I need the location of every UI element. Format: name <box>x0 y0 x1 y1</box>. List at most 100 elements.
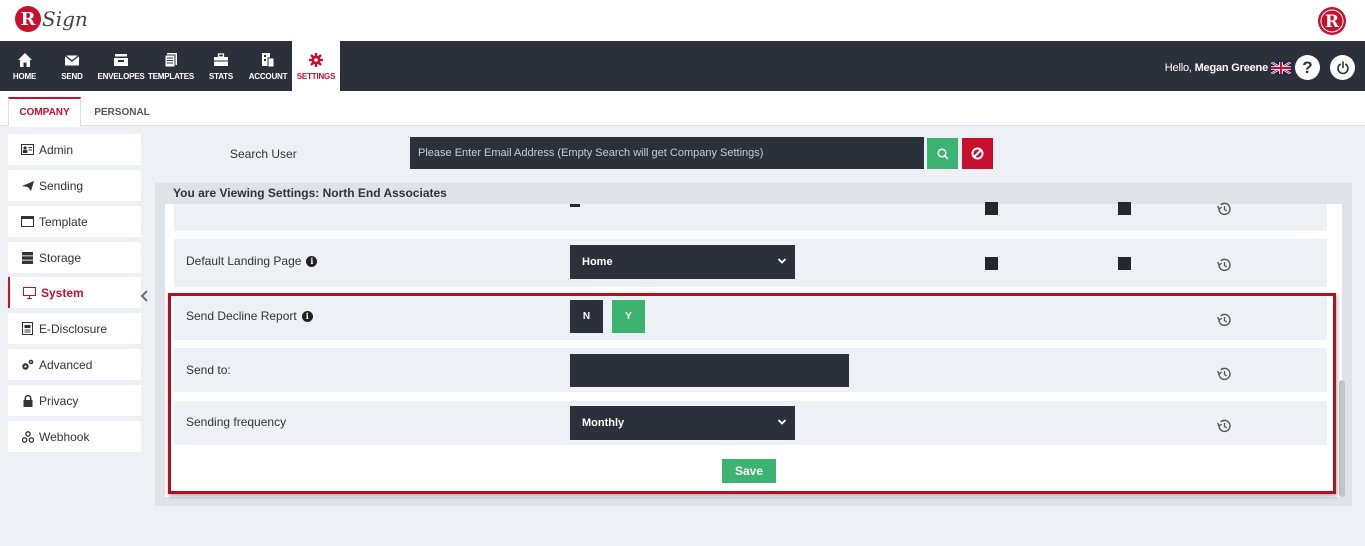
power-icon <box>1336 60 1349 74</box>
envelope-icon <box>64 54 80 65</box>
user-name: Megan Greene <box>1194 62 1269 74</box>
nav-settings[interactable]: SETTINGS <box>292 41 340 91</box>
search-user-label: Search User <box>230 147 297 161</box>
frequency-label: Sending frequency <box>186 415 287 429</box>
override-checkbox[interactable] <box>985 257 998 270</box>
chevron-left-icon[interactable] <box>139 290 149 302</box>
search-icon <box>936 147 949 160</box>
account-icon <box>262 52 275 67</box>
sidebar-item-label: System <box>41 285 84 300</box>
rpost-logo-icon: R <box>1318 7 1346 35</box>
nav-send[interactable]: SEND <box>57 41 87 91</box>
main-navbar: HOME SEND ENVELOPES TEMPLATES STATS ACCO… <box>0 41 1365 91</box>
gear-icon <box>309 52 323 67</box>
uk-flag-icon[interactable] <box>1271 62 1291 74</box>
sidebar-item-label: Privacy <box>39 393 79 408</box>
nav-envelopes[interactable]: ENVELOPES <box>97 41 145 91</box>
decline-report-yes-button[interactable]: Y <box>612 300 645 333</box>
chevron-down-icon <box>777 419 787 425</box>
history-icon[interactable] <box>1216 312 1232 328</box>
sidebar-item-e-disclosure[interactable]: E-Disclosure <box>8 313 141 344</box>
svg-text:R: R <box>1325 12 1340 32</box>
template-icon <box>21 215 34 228</box>
decline-report-no-button[interactable]: N <box>570 300 603 333</box>
brand-bar: R Sign R <box>0 0 1365 41</box>
nav-stats-label: STATS <box>208 71 234 81</box>
landing-page-select[interactable]: Home <box>570 245 795 279</box>
sidebar-item-system[interactable]: System <box>8 277 141 308</box>
rsign-logo[interactable]: R Sign <box>15 6 88 32</box>
nav-templates[interactable]: TEMPLATES <box>147 41 195 91</box>
info-icon[interactable]: i <box>306 255 318 267</box>
landing-page-label: Default Landing Page i <box>186 254 318 268</box>
history-icon[interactable] <box>1216 257 1232 273</box>
info-icon[interactable]: i <box>301 310 313 322</box>
search-user-input[interactable] <box>410 137 924 169</box>
settings-row-partial <box>174 204 1327 231</box>
nav-home-label: HOME <box>12 71 37 81</box>
history-icon[interactable] <box>1216 418 1232 434</box>
sidebar-item-label: Template <box>39 214 88 229</box>
home-icon <box>17 52 32 67</box>
tab-personal[interactable]: PERSONAL <box>84 97 160 127</box>
clear-search-button[interactable] <box>962 138 993 169</box>
paper-plane-icon <box>21 179 34 192</box>
user-greeting[interactable]: Hello, Megan Greene <box>1165 62 1268 74</box>
sidebar-item-webhook[interactable]: Webhook <box>8 421 141 452</box>
ban-icon <box>971 147 984 160</box>
partial-control[interactable] <box>570 204 580 207</box>
frequency-value: Monthly <box>582 417 625 429</box>
cogs-icon <box>21 358 34 371</box>
sidebar-item-label: Storage <box>39 250 82 265</box>
inbox-icon <box>114 53 128 66</box>
history-icon[interactable] <box>1216 201 1232 217</box>
admin-icon <box>21 143 34 156</box>
help-icon[interactable]: ? <box>1295 55 1320 80</box>
webhook-icon <box>21 430 34 443</box>
monitor-icon <box>23 286 36 299</box>
tab-company[interactable]: COMPANY <box>8 97 81 127</box>
sidebar-item-privacy[interactable]: Privacy <box>8 385 141 416</box>
scrollbar-thumb[interactable] <box>1339 380 1345 497</box>
sidebar-item-sending[interactable]: Sending <box>8 170 141 201</box>
lock-checkbox[interactable] <box>1118 257 1131 270</box>
document-icon <box>21 322 34 335</box>
sidebar-item-template[interactable]: Template <box>8 206 141 237</box>
logo-wordmark: Sign <box>42 7 88 31</box>
frequency-select[interactable]: Monthly <box>570 406 795 440</box>
lock-checkbox[interactable] <box>1118 202 1131 215</box>
nav-templates-label: TEMPLATES <box>147 71 195 81</box>
save-button[interactable]: Save <box>722 459 776 483</box>
logo-mark: R <box>15 6 41 32</box>
landing-page-label-text: Default Landing Page <box>186 254 302 268</box>
lock-icon <box>21 394 34 407</box>
search-button[interactable] <box>927 138 958 169</box>
decline-report-label-text: Send Decline Report <box>186 309 297 323</box>
sidebar-item-storage[interactable]: Storage <box>8 242 141 273</box>
power-button[interactable] <box>1330 55 1355 80</box>
settings-row-decline-report <box>174 294 1327 340</box>
send-to-input[interactable] <box>570 354 849 387</box>
decline-report-label: Send Decline Report i <box>186 309 313 323</box>
sidebar-item-advanced[interactable]: Advanced <box>8 349 141 380</box>
sidebar-item-label: Webhook <box>39 429 90 444</box>
briefcase-icon <box>214 52 228 66</box>
nav-account[interactable]: ACCOUNT <box>247 41 289 91</box>
nav-settings-label: SETTINGS <box>296 71 336 81</box>
nav-envelopes-label: ENVELOPES <box>97 71 145 81</box>
storage-icon <box>21 251 34 264</box>
templates-icon <box>164 52 177 67</box>
settings-tabs: COMPANY PERSONAL <box>0 91 1365 127</box>
sidebar-item-label: Advanced <box>39 357 93 372</box>
chevron-down-icon <box>777 258 787 264</box>
history-icon[interactable] <box>1216 366 1232 382</box>
nav-home[interactable]: HOME <box>8 41 41 91</box>
viewing-settings-title: You are Viewing Settings: North End Asso… <box>173 186 447 200</box>
sidebar-item-admin[interactable]: Admin <box>8 134 141 165</box>
landing-page-value: Home <box>582 256 613 268</box>
nav-stats[interactable]: STATS <box>206 41 236 91</box>
sidebar-item-label: Sending <box>39 178 84 193</box>
nav-account-label: ACCOUNT <box>248 71 288 81</box>
sidebar-item-label: E-Disclosure <box>39 321 108 336</box>
override-checkbox[interactable] <box>985 202 998 215</box>
